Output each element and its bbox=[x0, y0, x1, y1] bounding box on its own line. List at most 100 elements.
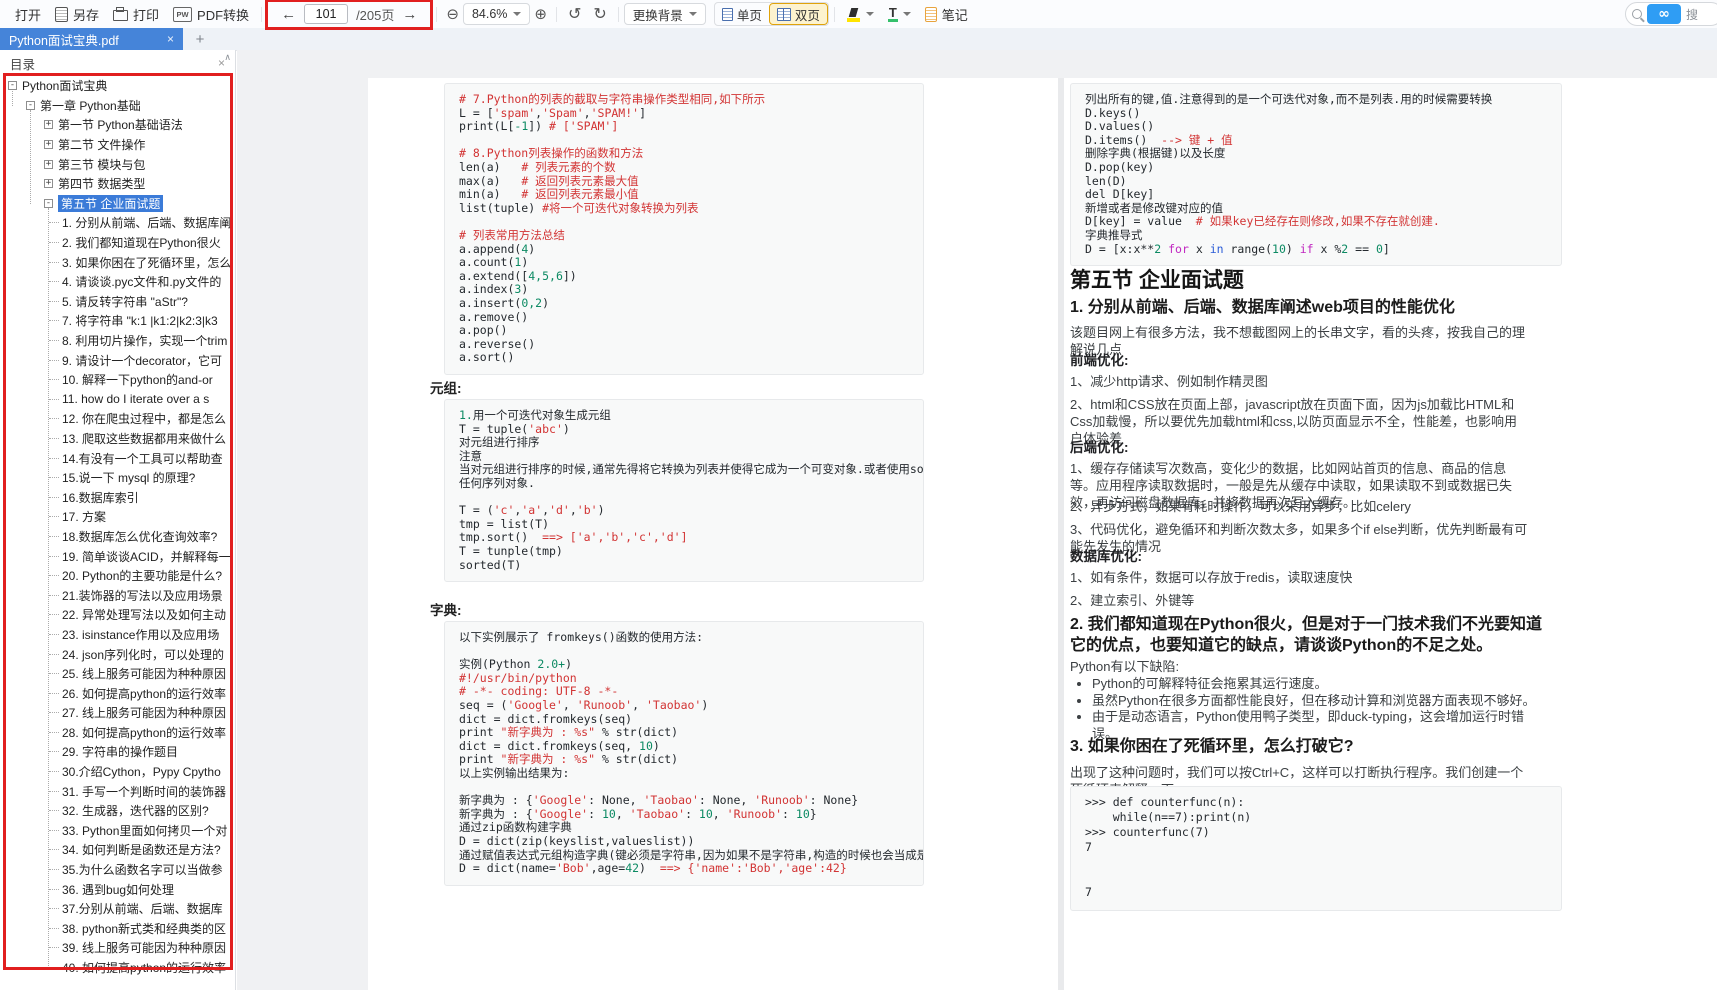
toc-item[interactable]: 12. 你在爬虫过程中，都是怎么 bbox=[0, 409, 235, 429]
toc-item-label: 29. 字符串的操作题目 bbox=[62, 743, 178, 760]
toc-item-label: 39. 线上服务可能因为种种原因 bbox=[62, 939, 226, 956]
toc-item[interactable]: 10. 解释一下python的and-or bbox=[0, 370, 235, 390]
toc-item[interactable]: -Python面试宝典 bbox=[0, 76, 235, 96]
toc-item[interactable]: 15.说一下 mysql 的原理? bbox=[0, 468, 235, 488]
toc-item[interactable]: 11. how do I iterate over a s bbox=[0, 390, 235, 410]
toc-item[interactable]: 8. 利用切片操作，实现一个trim bbox=[0, 331, 235, 351]
toc-item[interactable]: 14.有没有一个工具可以帮助查 bbox=[0, 448, 235, 468]
toc-item[interactable]: 35.为什么函数名字可以当做参 bbox=[0, 860, 235, 880]
toc-item[interactable]: 29. 字符串的操作题目 bbox=[0, 742, 235, 762]
toc-item[interactable]: 3. 如果你困在了死循环里，怎么 bbox=[0, 252, 235, 272]
collapse-icon[interactable]: - bbox=[44, 199, 53, 208]
expand-icon[interactable]: + bbox=[44, 160, 53, 169]
toc-item[interactable]: -第五节 企业面试题 bbox=[0, 194, 235, 214]
next-page-arrow-icon[interactable]: → bbox=[402, 6, 417, 23]
toc-item[interactable]: +第一节 Python基础语法 bbox=[0, 115, 235, 135]
toc-item[interactable]: 27. 线上服务可能因为种种原因 bbox=[0, 703, 235, 723]
toc-item[interactable]: 32. 生成器，迭代器的区别? bbox=[0, 801, 235, 821]
toc-item[interactable]: 25. 线上服务可能因为种种原因 bbox=[0, 664, 235, 684]
tab-close-icon[interactable]: × bbox=[167, 32, 174, 46]
code-line: a.remove() bbox=[459, 311, 909, 325]
code-line: a.insert(0,2) bbox=[459, 297, 909, 311]
redo-icon[interactable]: ↻ bbox=[593, 6, 606, 22]
toc-item[interactable]: 13. 爬取这些数据都用来做什么 bbox=[0, 429, 235, 449]
toc-item[interactable]: 37.分别从前端、后端、数据库 bbox=[0, 899, 235, 919]
toc-item[interactable]: 20. Python的主要功能是什么? bbox=[0, 566, 235, 586]
toc-item[interactable]: 7. 将字符串 "k:1 |k1:2|k2:3|k3 bbox=[0, 311, 235, 331]
expand-icon[interactable]: + bbox=[44, 179, 53, 188]
search-hint-label: 搜 bbox=[1686, 6, 1698, 23]
change-background-dropdown[interactable]: 更换背景 bbox=[624, 3, 706, 25]
text-tool-button[interactable]: T bbox=[881, 2, 918, 26]
toc-item[interactable]: 4. 请谈谈.pyc文件和.py文件的 bbox=[0, 272, 235, 292]
code-line: a.append(4) bbox=[459, 243, 909, 257]
collapse-icon[interactable]: - bbox=[8, 81, 17, 90]
toc-item[interactable]: +第三节 模块与包 bbox=[0, 154, 235, 174]
undo-icon[interactable]: ↺ bbox=[568, 6, 581, 22]
highlighter-button[interactable] bbox=[840, 2, 881, 26]
toc-item[interactable]: 5. 请反转字符串 "aStr"? bbox=[0, 292, 235, 312]
toc-item[interactable]: 39. 线上服务可能因为种种原因 bbox=[0, 938, 235, 958]
prev-page-arrow-icon[interactable]: ← bbox=[281, 6, 296, 23]
toc-item[interactable]: 21.装饰器的写法以及应用场景 bbox=[0, 585, 235, 605]
tree-stub bbox=[49, 360, 59, 361]
new-tab-button[interactable]: + bbox=[190, 28, 210, 50]
toc-item[interactable]: 31. 手写一个判断时间的装饰器 bbox=[0, 781, 235, 801]
toc-item[interactable]: 16.数据库索引 bbox=[0, 487, 235, 507]
toc-item[interactable]: -第一章 Python基础 bbox=[0, 96, 235, 116]
tree-stub bbox=[49, 575, 59, 576]
toc-item[interactable]: 34. 如何判断是函数还是方法? bbox=[0, 840, 235, 860]
question2-heading: 2. 我们都知道现在Python很火，但是对于一门技术我们不光要知道它的优点，也… bbox=[1070, 614, 1542, 656]
note-button[interactable]: 笔记 bbox=[918, 2, 975, 26]
tree-stub bbox=[49, 379, 59, 380]
chevron-down-icon bbox=[513, 12, 521, 16]
toc-item[interactable]: 2. 我们都知道现在Python很火 bbox=[0, 233, 235, 253]
print-button[interactable]: 打印 bbox=[106, 2, 166, 26]
toc-item[interactable]: 24. json序列化时，可以处理的 bbox=[0, 644, 235, 664]
toc-item[interactable]: 40. 如何提高python的运行效率 bbox=[0, 958, 235, 978]
code-block-tuple: 1.用一个可迭代对象生成元组T = tuple('abc')对元组进行排序注意当… bbox=[444, 399, 924, 582]
toc-item[interactable]: 17. 方案 bbox=[0, 507, 235, 527]
tuple-section-label: 元组: bbox=[430, 377, 462, 397]
save-as-button[interactable]: 另存 bbox=[48, 2, 106, 26]
code-line: print(L[-1]) # ['SPAM'] bbox=[459, 120, 909, 134]
open-button[interactable]: 打开 bbox=[8, 2, 48, 26]
document-tab[interactable]: Python面试宝典.pdf × bbox=[0, 28, 183, 50]
toc-item[interactable]: 19. 简单谈谈ACID，并解释每一 bbox=[0, 546, 235, 566]
toc-item[interactable]: 18.数据库怎么优化查询效率? bbox=[0, 527, 235, 547]
code-line: while(n==7):print(n) bbox=[1085, 811, 1547, 826]
expand-icon[interactable]: + bbox=[44, 120, 53, 129]
pdf-convert-button[interactable]: PW PDF转换 bbox=[166, 2, 256, 26]
toc-item[interactable]: 26. 如何提高python的运行效率 bbox=[0, 683, 235, 703]
zoom-level-dropdown[interactable]: 84.6% bbox=[463, 3, 530, 25]
toc-item[interactable]: 30.介绍Cython，Pypy Cpytho bbox=[0, 762, 235, 782]
single-page-button[interactable]: 单页 bbox=[715, 3, 769, 25]
search-box[interactable]: ∞ 搜 bbox=[1625, 2, 1717, 26]
toc-item[interactable]: 33. Python里面如何拷贝一个对 bbox=[0, 821, 235, 841]
toc-item[interactable]: +第四节 数据类型 bbox=[0, 174, 235, 194]
collapse-icon[interactable]: - bbox=[26, 101, 35, 110]
document-viewport[interactable]: # 7.Python的列表的截取与字符串操作类型相同,如下所示L = ['spa… bbox=[237, 50, 1717, 990]
toc-item[interactable]: +第二节 文件操作 bbox=[0, 135, 235, 155]
toc-item[interactable]: 38. python新式类和经典类的区 bbox=[0, 919, 235, 939]
expand-icon[interactable]: + bbox=[44, 140, 53, 149]
infinity-icon[interactable]: ∞ bbox=[1647, 4, 1681, 24]
toc-item[interactable]: 22. 异常处理写法以及如何主动 bbox=[0, 605, 235, 625]
toc-item[interactable]: 23. isinstance作用以及应用场 bbox=[0, 625, 235, 645]
page-number-input[interactable] bbox=[304, 4, 348, 24]
toc-item-label: 26. 如何提高python的运行效率 bbox=[62, 685, 226, 702]
toc-item[interactable]: 36. 遇到bug如何处理 bbox=[0, 879, 235, 899]
code-line: D.items() --> 键 + 值 bbox=[1085, 134, 1547, 148]
zoom-in-icon[interactable]: ⊕ bbox=[534, 7, 547, 22]
double-page-button[interactable]: 双页 bbox=[769, 3, 828, 25]
toc-item[interactable]: 9. 请设计一个decorator，它可 bbox=[0, 350, 235, 370]
backend-label: 后端优化: bbox=[1070, 436, 1129, 456]
code-line: 以上实例输出结果为: bbox=[459, 767, 909, 781]
tree-stub bbox=[49, 222, 59, 223]
toc-item-label: 37.分别从前端、后端、数据库 bbox=[62, 900, 223, 917]
zoom-out-icon[interactable]: ⊖ bbox=[446, 7, 459, 22]
toc-item-label: 28. 如何提高python的运行效率 bbox=[62, 724, 226, 741]
toc-item[interactable]: 28. 如何提高python的运行效率 bbox=[0, 723, 235, 743]
toc-item[interactable]: 1. 分别从前端、后端、数据库阐 bbox=[0, 213, 235, 233]
sidebar-scroll-up-icon[interactable]: ∧ bbox=[224, 52, 231, 63]
